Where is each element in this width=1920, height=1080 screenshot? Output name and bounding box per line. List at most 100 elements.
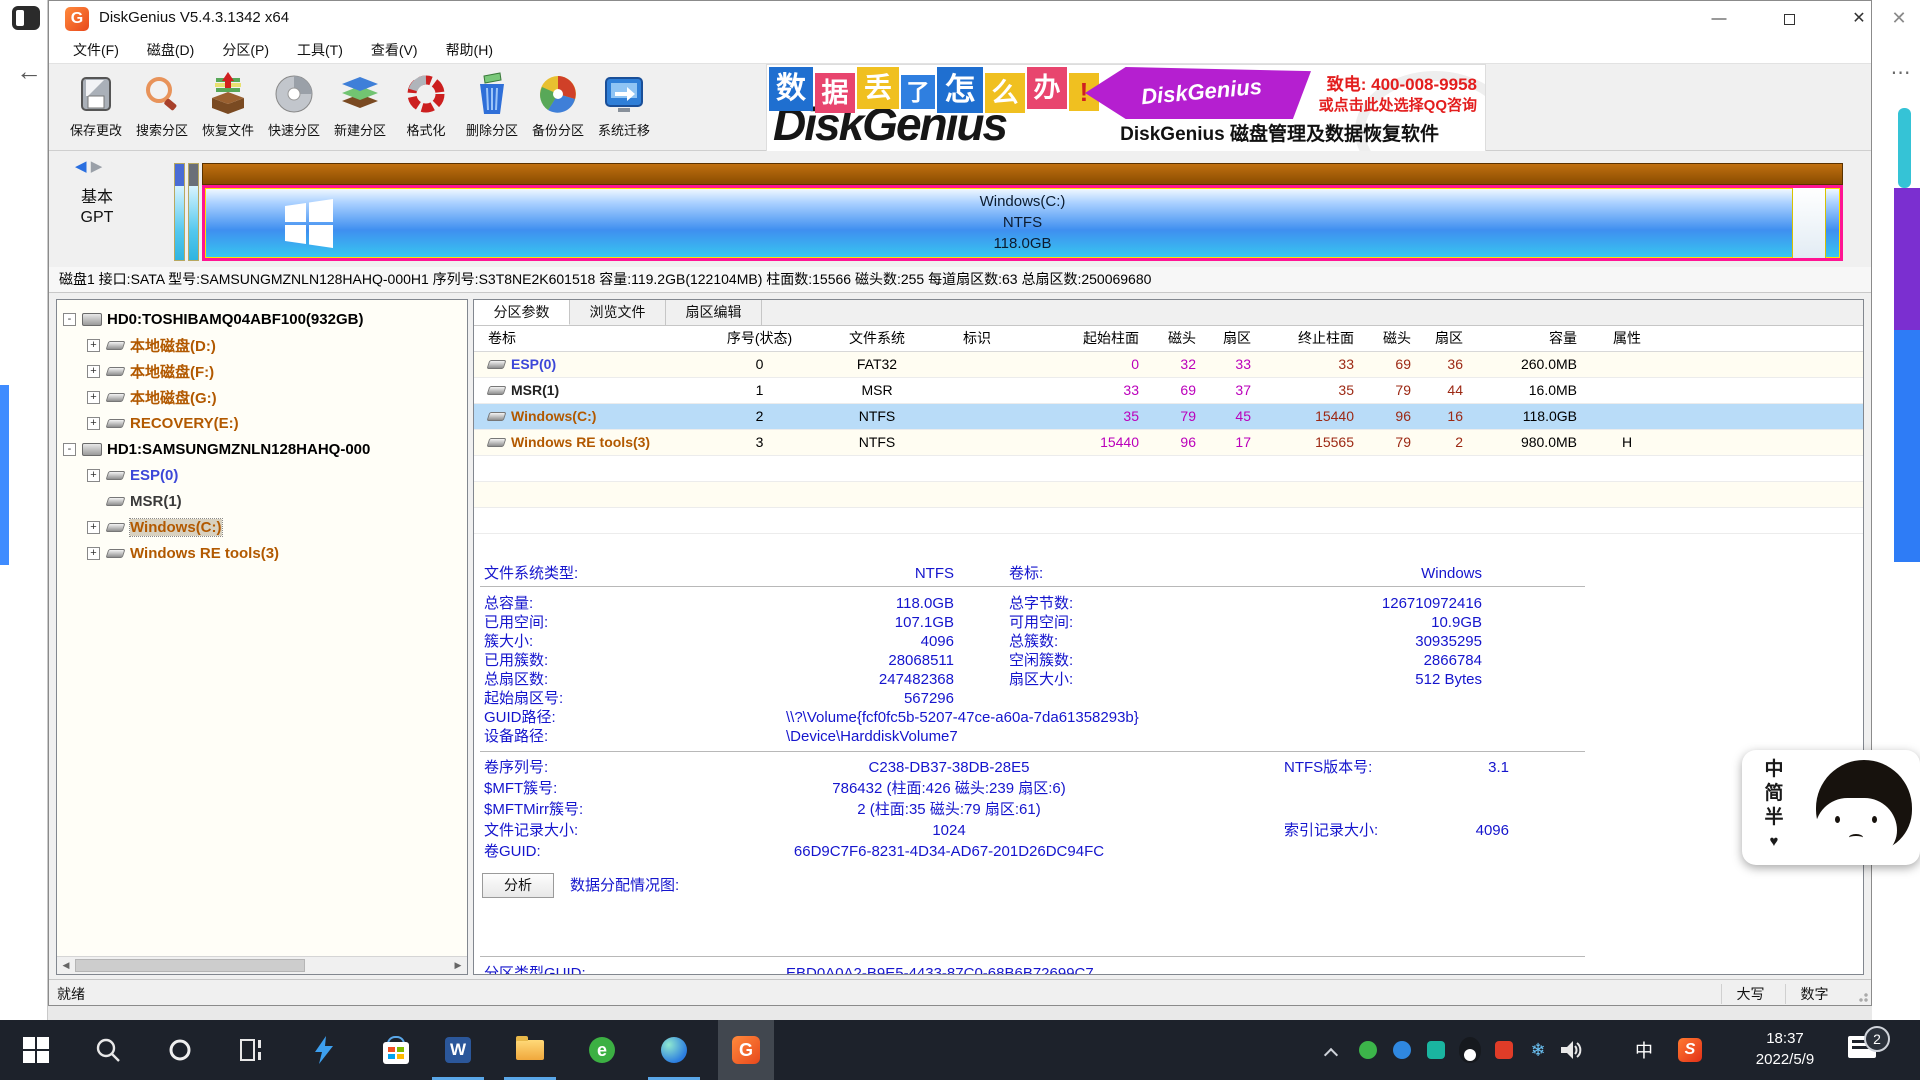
scroll-right-icon[interactable]: ▶ [449, 957, 467, 974]
tree-item-local-f[interactable]: + 本地磁盘(F:) [57, 358, 467, 384]
menu-view[interactable]: 查看(V) [357, 37, 432, 63]
start-button[interactable] [8, 1020, 64, 1080]
tray-snowflake-icon[interactable]: ❄ [1526, 1038, 1550, 1062]
expand-toggle-icon[interactable]: + [87, 521, 100, 534]
widget-seal: 中 简 半 ♥ [1754, 758, 1794, 858]
menu-partition[interactable]: 分区(P) [208, 37, 283, 63]
prev-disk-icon[interactable]: ◀ [75, 158, 87, 175]
taskbar: W e G ❄ 中 S 18:37 2022/5/9 [0, 1020, 1920, 1080]
tree-item-hd0[interactable]: - HD0:TOSHIBAMQ04ABF100(932GB) [57, 306, 467, 332]
taskbar-clock[interactable]: 18:37 2022/5/9 [1735, 1028, 1835, 1070]
table-row-esp[interactable]: ESP(0) 0 FAT32 0 32 33 33 69 36 260.0MB [474, 352, 1863, 378]
recover-files-button[interactable]: 恢复文件 [195, 66, 261, 150]
resize-grip[interactable] [1856, 990, 1868, 1002]
new-partition-button[interactable]: 新建分区 [327, 66, 393, 150]
back-arrow-icon[interactable]: ← [16, 56, 42, 87]
menu-file[interactable]: 文件(F) [59, 37, 133, 63]
system-migrate-button[interactable]: 系统迁移 [591, 66, 657, 150]
sogou-icon[interactable]: S [1678, 1038, 1702, 1062]
expand-toggle-icon[interactable]: + [87, 391, 100, 404]
tab-browse-files[interactable]: 浏览文件 [570, 300, 666, 325]
background-close-icon[interactable]: ✕ [1884, 8, 1914, 29]
backup-partition-button[interactable]: 备份分区 [525, 66, 591, 150]
scrollbar-thumb[interactable] [75, 959, 305, 972]
ime-indicator[interactable]: 中 [1632, 1038, 1656, 1062]
table-empty-row [474, 508, 1863, 534]
tray-qq-icon[interactable] [1458, 1038, 1482, 1062]
menu-disk[interactable]: 磁盘(D) [133, 37, 208, 63]
expand-toggle-icon[interactable]: + [87, 339, 100, 352]
tree-item-label: MSR(1) [130, 493, 182, 510]
close-button[interactable]: ✕ [1836, 1, 1882, 37]
taskbar-app-store[interactable] [368, 1020, 424, 1080]
partition-bar-msr[interactable] [188, 163, 199, 261]
tree-item-hd1[interactable]: - HD1:SAMSUNGMZNLN128HAHQ-000 [57, 436, 467, 462]
menu-help[interactable]: 帮助(H) [432, 37, 507, 63]
taskbar-app-browser360[interactable]: e [574, 1020, 630, 1080]
taskbar-app-edge[interactable] [646, 1020, 702, 1080]
taskbar-file-explorer[interactable] [502, 1020, 558, 1080]
background-more-icon[interactable]: ⋯ [1886, 60, 1916, 85]
banner-arrow: DiskGenius [1085, 67, 1311, 119]
background-window-icon[interactable] [12, 6, 40, 30]
tree-item-local-d[interactable]: + 本地磁盘(D:) [57, 332, 467, 358]
tray-icon-1[interactable] [1356, 1038, 1380, 1062]
tree-item-recovery-e[interactable]: + RECOVERY(E:) [57, 410, 467, 436]
tray-icon-3[interactable] [1424, 1038, 1448, 1062]
table-row-msr[interactable]: MSR(1) 1 MSR 33 69 37 35 79 44 16.0MB [474, 378, 1863, 404]
collapse-toggle-icon[interactable]: - [63, 313, 76, 326]
tray-icon-2[interactable] [1390, 1038, 1414, 1062]
partition-bar-esp[interactable] [174, 163, 185, 261]
tab-sector-edit[interactable]: 扇区编辑 [666, 300, 762, 325]
tree-item-windows-re[interactable]: + Windows RE tools(3) [57, 540, 467, 566]
ad-banner[interactable]: DiskGenius 数 据 丢 了 怎 么 办 ! DiskGenius 致电… [766, 64, 1486, 152]
partition-bar-re-tools[interactable] [1792, 188, 1826, 258]
tree-item-msr[interactable]: MSR(1) [57, 488, 467, 514]
minimize-button[interactable]: — [1696, 1, 1742, 37]
disk-header-bar [202, 163, 1843, 185]
taskbar-cortana[interactable] [152, 1020, 208, 1080]
tree-horizontal-scrollbar[interactable]: ◀ ▶ [57, 956, 467, 974]
scroll-left-icon[interactable]: ◀ [57, 957, 75, 974]
tree-item-label: 本地磁盘(F:) [130, 361, 214, 382]
tray-icon-4[interactable] [1492, 1038, 1516, 1062]
table-row-windows-c-selected[interactable]: Windows(C:) 2 NTFS 35 79 45 15440 96 16 … [474, 404, 1863, 430]
format-button[interactable]: 格式化 [393, 66, 459, 150]
maximize-button[interactable] [1766, 1, 1812, 37]
expand-toggle-icon[interactable]: + [87, 547, 100, 560]
next-disk-icon[interactable]: ▶ [91, 158, 103, 175]
floating-widget[interactable]: 中 简 半 ♥ [1742, 750, 1920, 865]
expand-toggle-icon[interactable]: + [87, 365, 100, 378]
system-migrate-icon [602, 72, 646, 116]
save-changes-button[interactable]: 保存更改 [63, 66, 129, 150]
volume-icon[interactable] [1560, 1038, 1584, 1062]
tab-partition-params[interactable]: 分区参数 [474, 300, 570, 325]
banner-qq-link[interactable]: 或点击此处选择QQ咨询 [1319, 94, 1477, 115]
taskbar-search[interactable] [80, 1020, 136, 1080]
partition-bar-windows-c[interactable]: Windows(C:) NTFS 118.0GB [202, 185, 1843, 261]
expand-toggle-icon[interactable]: + [87, 417, 100, 430]
partition-icon [106, 341, 126, 350]
expand-toggle-icon[interactable]: + [87, 469, 100, 482]
analyze-button[interactable]: 分析 [482, 873, 554, 898]
tree-item-windows-c[interactable]: + Windows(C:) [57, 514, 467, 540]
taskbar-app-word[interactable]: W [430, 1020, 486, 1080]
tree-item-esp[interactable]: + ESP(0) [57, 462, 467, 488]
search-partition-button[interactable]: 搜索分区 [129, 66, 195, 150]
windows-start-icon [23, 1037, 49, 1063]
wallpaper-strip [0, 385, 9, 565]
background-scrollbar-thumb[interactable] [1898, 108, 1911, 188]
partition-icon [106, 419, 126, 428]
delete-partition-button[interactable]: 删除分区 [459, 66, 525, 150]
taskbar-app-diskgenius-active[interactable]: G [718, 1020, 774, 1080]
menu-tools[interactable]: 工具(T) [283, 37, 357, 63]
quick-partition-button[interactable]: 快速分区 [261, 66, 327, 150]
collapse-toggle-icon[interactable]: - [63, 443, 76, 456]
table-row-windows-re[interactable]: Windows RE tools(3) 3 NTFS 15440 96 17 1… [474, 430, 1863, 456]
tree-item-local-g[interactable]: + 本地磁盘(G:) [57, 384, 467, 410]
taskbar-task-view[interactable] [224, 1020, 280, 1080]
partition-detail-panel: 分区参数 浏览文件 扇区编辑 卷标 序号(状态) 文件系统 标识 起始柱面 磁头… [473, 299, 1864, 975]
taskbar-app-flash[interactable] [296, 1020, 352, 1080]
tray-expand-icon[interactable] [1324, 1048, 1338, 1062]
banner-phone: 致电: 400-008-9958 [1327, 70, 1477, 95]
